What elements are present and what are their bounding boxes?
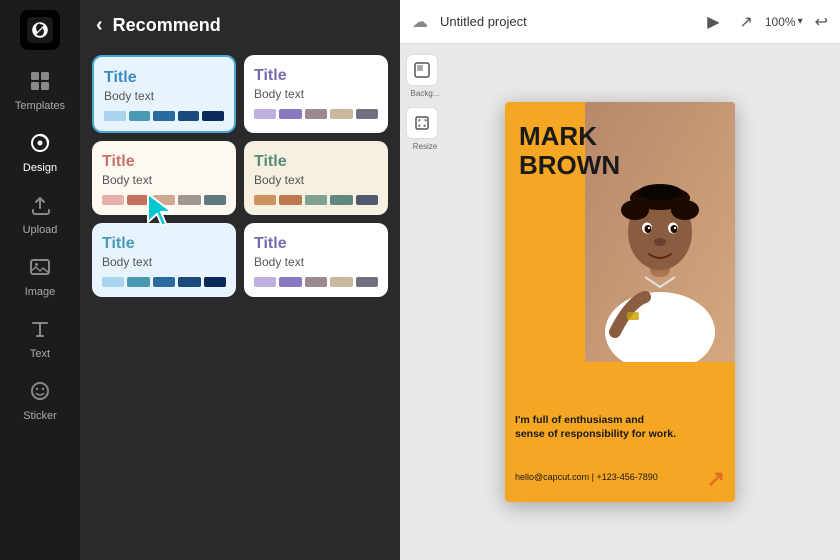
templates-label: Templates (15, 100, 65, 112)
swatch (153, 277, 175, 287)
sidebar-item-text[interactable]: Text (6, 310, 74, 368)
resume-name: MARK BROWN (519, 122, 620, 179)
card-title: Title (102, 235, 226, 253)
resize-label: Resize (406, 143, 444, 152)
swatch (104, 111, 126, 121)
color-card-card1[interactable]: Title Body text (92, 55, 236, 133)
swatch (153, 195, 175, 205)
resume-card: MARK BROWN (505, 102, 735, 502)
image-icon (29, 256, 51, 282)
templates-icon (29, 70, 51, 96)
design-label: Design (23, 162, 57, 174)
color-card-card2[interactable]: Title Body text (244, 55, 388, 133)
swatch (330, 109, 352, 119)
swatch (153, 111, 175, 121)
swatch (102, 277, 124, 287)
back-button[interactable]: ‹ (96, 14, 103, 37)
swatch (254, 109, 276, 119)
main-canvas-area: ☁ Untitled project ▶ ↗ 100% ▾ ↩ Backg... (400, 0, 840, 560)
swatch (305, 277, 327, 287)
undo-button[interactable]: ↩ (815, 12, 828, 32)
swatch (129, 111, 151, 121)
canvas-workspace[interactable]: MARK BROWN (400, 44, 840, 560)
swatch (356, 277, 378, 287)
sidebar-item-upload[interactable]: Upload (6, 186, 74, 244)
swatch (127, 277, 149, 287)
color-swatches (102, 277, 226, 287)
card-title: Title (254, 235, 378, 253)
swatch (254, 195, 276, 205)
color-card-card6[interactable]: Title Body text (244, 223, 388, 297)
zoom-chevron: ▾ (798, 16, 803, 27)
upload-label: Upload (23, 224, 58, 236)
text-icon (29, 318, 51, 344)
app-logo (20, 10, 60, 50)
color-swatches (254, 277, 378, 287)
swatch (356, 195, 378, 205)
card-title: Title (254, 67, 378, 85)
card-body: Body text (104, 89, 224, 103)
cloud-icon: ☁ (412, 12, 428, 32)
panel-header: ‹ Recommend (80, 0, 400, 47)
design-icon (29, 132, 51, 158)
swatch (204, 195, 226, 205)
card-body: Body text (254, 173, 378, 187)
swatch (202, 111, 224, 121)
project-name[interactable]: Untitled project (440, 14, 527, 29)
color-card-card3[interactable]: Title Body text (92, 141, 236, 215)
swatch (356, 109, 378, 119)
color-swatches (254, 109, 378, 119)
sidebar-item-templates[interactable]: Templates (6, 62, 74, 120)
sticker-label: Sticker (23, 410, 57, 422)
swatch (305, 195, 327, 205)
main-toolbar: ☁ Untitled project ▶ ↗ 100% ▾ ↩ (400, 0, 840, 44)
zoom-label: 100% (765, 15, 796, 29)
swatch (254, 277, 276, 287)
resume-contact: hello@capcut.com | +123-456-7890 (515, 472, 658, 482)
panel-title: Recommend (113, 15, 221, 36)
swatch (330, 195, 352, 205)
sticker-icon (29, 380, 51, 406)
color-card-card5[interactable]: Title Body text (92, 223, 236, 297)
swatch (279, 277, 301, 287)
share-button[interactable]: ↗ (739, 12, 752, 32)
zoom-control[interactable]: 100% ▾ (765, 15, 803, 29)
card-body: Body text (102, 173, 226, 187)
design-panel: ‹ Recommend Title Body text Title Body text… (80, 0, 400, 560)
text-label: Text (30, 348, 50, 360)
sidebar: Templates Design Upload (0, 0, 80, 560)
swatch (279, 195, 301, 205)
color-swatches (254, 195, 378, 205)
resume-tagline: I'm full of enthusiasm and sense of resp… (515, 413, 725, 442)
swatch (178, 111, 200, 121)
sidebar-item-design[interactable]: Design (6, 124, 74, 182)
sidebar-item-sticker[interactable]: Sticker (6, 372, 74, 430)
card-title: Title (104, 69, 224, 87)
card-title: Title (254, 153, 378, 171)
swatch (330, 277, 352, 287)
swatch (102, 195, 124, 205)
color-card-card4[interactable]: Title Body text (244, 141, 388, 215)
swatch (204, 277, 226, 287)
swatch (279, 109, 301, 119)
background-label: Backg... (406, 90, 444, 99)
card-body: Body text (102, 255, 226, 269)
resume-decorative-arrow: ↗ (707, 466, 725, 492)
sidebar-item-image[interactable]: Image (6, 248, 74, 306)
color-cards-grid: Title Body text Title Body text Title Body te… (80, 47, 400, 305)
play-button[interactable]: ▶ (699, 8, 727, 36)
swatch (178, 277, 200, 287)
swatch (127, 195, 149, 205)
swatch (178, 195, 200, 205)
card-title: Title (102, 153, 226, 171)
color-swatches (102, 195, 226, 205)
upload-icon (29, 194, 51, 220)
card-body: Body text (254, 87, 378, 101)
resize-tool-btn[interactable] (406, 107, 438, 139)
card-body: Body text (254, 255, 378, 269)
background-tool-btn[interactable] (406, 54, 438, 86)
color-swatches (104, 111, 224, 121)
image-label: Image (25, 286, 56, 298)
swatch (305, 109, 327, 119)
